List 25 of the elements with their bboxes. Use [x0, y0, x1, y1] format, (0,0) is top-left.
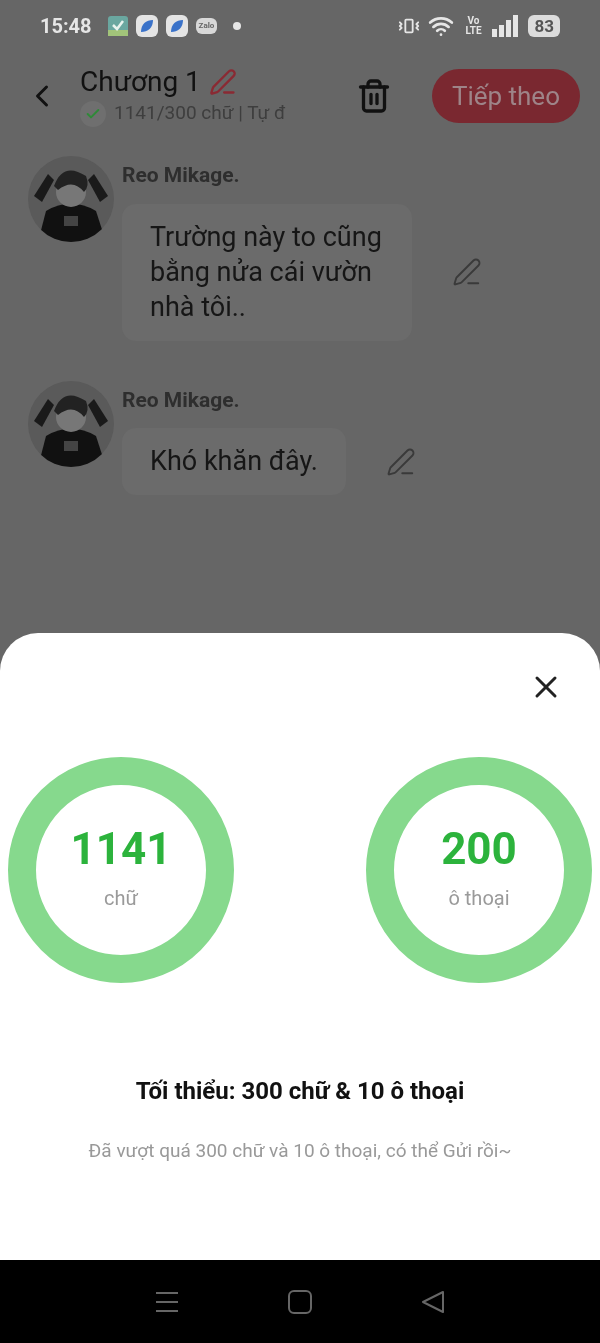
menu-icon[interactable]	[154, 1289, 179, 1314]
network-type: Vo LTE	[464, 16, 483, 36]
check-app-icon	[107, 16, 128, 36]
edit-icon[interactable]	[385, 446, 416, 477]
stat-unit: ô thoại	[448, 885, 510, 912]
leaf-app-icon	[135, 15, 158, 37]
battery-level: 83	[528, 15, 560, 37]
chat-app-icon: Zalo	[195, 18, 218, 34]
signal-icon	[492, 15, 521, 37]
status-note: Đã vượt quá 300 chữ và 10 ô thoại, có thể Gửi rồi~	[87, 1138, 513, 1164]
home-icon[interactable]	[288, 1289, 312, 1314]
status-time: 15:48	[40, 13, 92, 40]
author-name: Reo Mikage.	[122, 386, 241, 414]
stat-unit: chữ	[104, 885, 138, 912]
chapter-title: Chương 1	[80, 64, 201, 100]
author-name: Reo Mikage.	[122, 162, 241, 189]
edit-icon[interactable]	[452, 257, 482, 287]
stat-value: 1141	[70, 827, 172, 871]
stat-value: 200	[441, 827, 517, 871]
message-bubble: Khó khăn đây.	[122, 428, 346, 495]
leaf-app-icon	[165, 15, 188, 37]
requirement-text: Tối thiểu: 300 chữ & 10 ô thoại	[134, 1076, 466, 1107]
next-button[interactable]: Tiếp theo	[431, 69, 580, 123]
message-bubble: Trường này to cũng bằng nửa cái vườn nhà tôi..	[122, 203, 412, 341]
back-icon[interactable]	[421, 1289, 446, 1314]
